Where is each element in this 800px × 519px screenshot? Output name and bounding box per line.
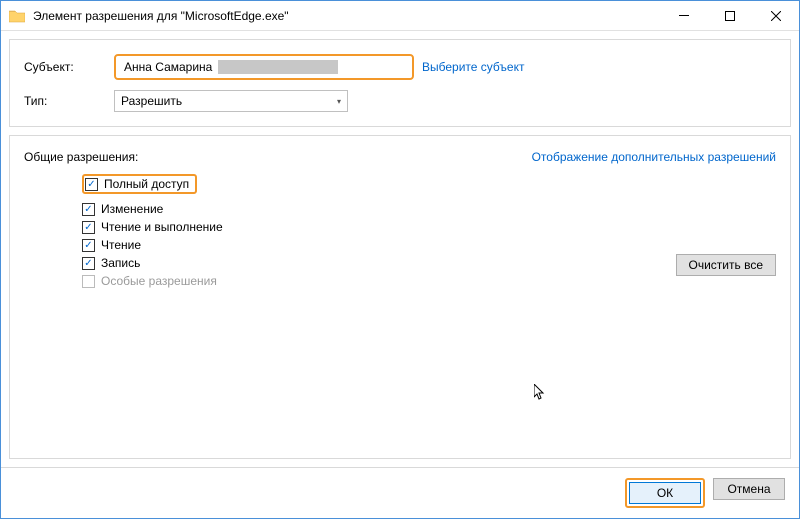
checkbox-modify[interactable]: ✓ [82, 203, 95, 216]
perm-special: Особые разрешения [101, 274, 217, 288]
subject-redacted [218, 60, 338, 74]
maximize-button[interactable] [707, 1, 753, 30]
chevron-down-icon: ▾ [337, 97, 341, 106]
window-title: Элемент разрешения для "MicrosoftEdge.ex… [33, 9, 661, 23]
subject-name: Анна Самарина [124, 60, 212, 74]
perm-full-access: Полный доступ [104, 177, 189, 191]
checkbox-full-access[interactable]: ✓ [85, 178, 98, 191]
checkbox-read[interactable]: ✓ [82, 239, 95, 252]
principal-type-panel: Субъект: Анна Самарина Выберите субъект … [9, 39, 791, 127]
subject-value: Анна Самарина [114, 54, 414, 80]
subject-label: Субъект: [24, 60, 114, 74]
perm-read-execute: Чтение и выполнение [101, 220, 223, 234]
cursor-icon [534, 384, 546, 402]
ok-button[interactable]: ОК [629, 482, 701, 504]
folder-icon [9, 9, 25, 23]
perm-write: Запись [101, 256, 140, 270]
dialog-footer: ОК Отмена [1, 467, 799, 518]
basic-permissions-label: Общие разрешения: [24, 150, 138, 164]
show-advanced-permissions-link[interactable]: Отображение дополнительных разрешений [532, 150, 776, 164]
clear-all-button[interactable]: Очистить все [676, 254, 776, 276]
type-select[interactable]: Разрешить ▾ [114, 90, 348, 112]
checkbox-write[interactable]: ✓ [82, 257, 95, 270]
perm-modify: Изменение [101, 202, 163, 216]
cancel-button[interactable]: Отмена [713, 478, 785, 500]
permissions-panel: Общие разрешения: Отображение дополнител… [9, 135, 791, 459]
perm-read: Чтение [101, 238, 141, 252]
titlebar[interactable]: Элемент разрешения для "MicrosoftEdge.ex… [1, 1, 799, 31]
close-button[interactable] [753, 1, 799, 30]
checkbox-special [82, 275, 95, 288]
type-select-value: Разрешить [121, 94, 182, 108]
permission-entry-dialog: Элемент разрешения для "MicrosoftEdge.ex… [0, 0, 800, 519]
minimize-button[interactable] [661, 1, 707, 30]
select-subject-link[interactable]: Выберите субъект [422, 60, 524, 74]
type-label: Тип: [24, 94, 114, 108]
checkbox-read-execute[interactable]: ✓ [82, 221, 95, 234]
